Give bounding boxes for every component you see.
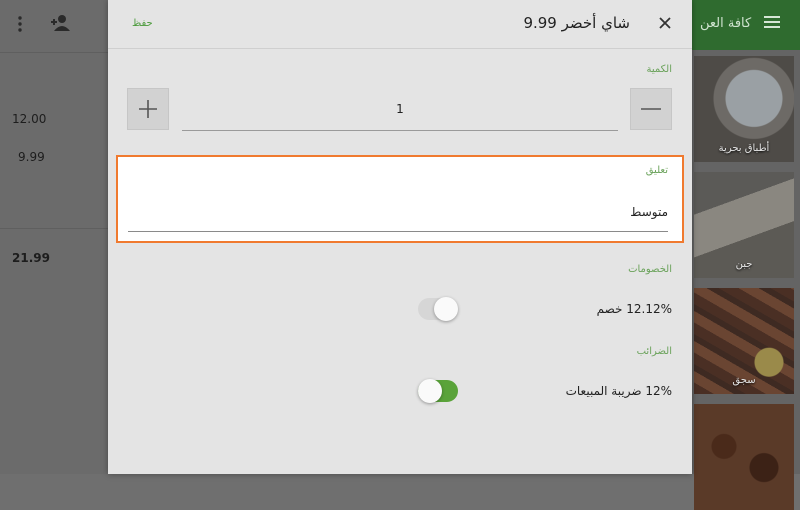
category-tile-cheese[interactable]: جبن: [694, 172, 794, 278]
tax-item-label: 12% ضريبة المبيعات: [565, 384, 672, 398]
category-tile-dates[interactable]: [694, 404, 794, 510]
discount-toggle[interactable]: [418, 297, 458, 321]
app-bar: كافة العن: [692, 0, 800, 50]
taxes-label: الضرائب: [636, 346, 672, 357]
save-button[interactable]: حفظ: [132, 18, 153, 29]
comment-input[interactable]: متوسط: [128, 197, 668, 232]
tax-toggle[interactable]: [418, 379, 458, 403]
comment-label: تعليق: [645, 165, 668, 176]
menu-icon[interactable]: [764, 16, 780, 28]
discounts-label: الخصومات: [628, 264, 672, 275]
comment-section: تعليق متوسط: [116, 155, 684, 243]
category-label: أطباق بحرية: [718, 143, 770, 154]
category-tile-sausage[interactable]: سجق: [694, 288, 794, 394]
category-label: جبن: [735, 259, 753, 270]
order-total: 21.99: [12, 251, 50, 265]
order-toolbar: [0, 0, 108, 48]
quantity-label: الكمية: [646, 64, 672, 75]
toggle-knob: [434, 297, 458, 321]
app-title: كافة العن: [700, 16, 752, 31]
divider: [0, 228, 108, 229]
minus-icon: [641, 108, 661, 110]
dialog-title: شاي أخضر 9.99: [523, 14, 630, 32]
plus-icon: [139, 100, 157, 118]
increase-quantity-button[interactable]: [127, 88, 169, 130]
toggle-knob: [418, 379, 442, 403]
quantity-input[interactable]: 1: [182, 88, 618, 131]
edit-item-dialog: حفظ شاي أخضر 9.99 الكمية 1 تعليق متوسط ا…: [108, 0, 692, 474]
line-item-price: 9.99: [18, 150, 45, 164]
more-vert-icon[interactable]: [18, 16, 22, 32]
dialog-header: حفظ شاي أخضر 9.99: [108, 0, 692, 49]
add-person-icon[interactable]: [50, 14, 70, 32]
line-item-price: 12.00: [12, 112, 47, 126]
decrease-quantity-button[interactable]: [630, 88, 672, 130]
divider: [0, 52, 108, 53]
category-label: سجق: [732, 375, 756, 386]
close-icon[interactable]: [656, 14, 674, 32]
discount-item-label: 12.12% خصم: [596, 302, 672, 316]
order-panel: 12.00 9.99 21.99: [0, 0, 108, 474]
category-tile-seafood[interactable]: أطباق بحرية: [694, 56, 794, 162]
